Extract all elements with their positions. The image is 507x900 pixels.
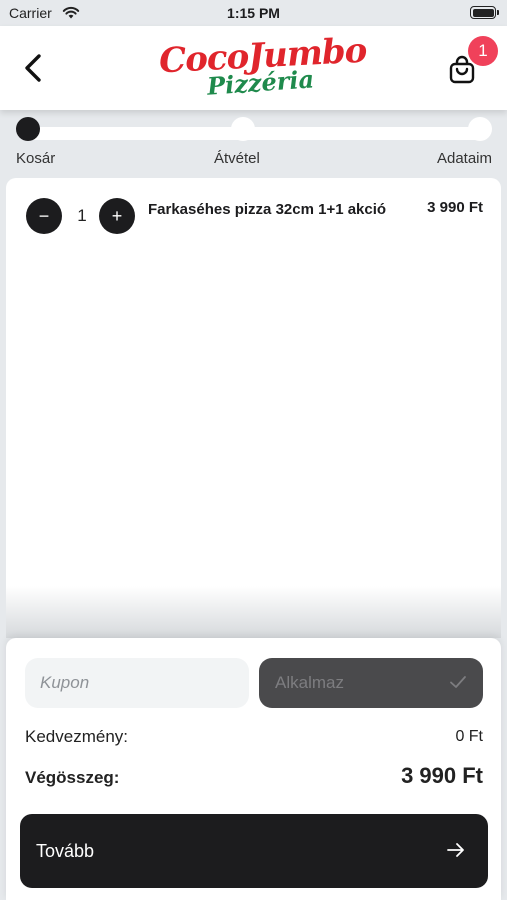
apply-coupon-button[interactable]: Alkalmaz	[259, 658, 483, 708]
item-price: 3 990 Ft	[427, 199, 483, 216]
checkout-progress: Kosár Átvétel Adataim	[0, 110, 507, 176]
step-dot-adataim	[468, 117, 492, 141]
status-bar: Carrier 1:15 PM	[0, 0, 507, 26]
logo-subtext: Pizzéria	[206, 64, 315, 101]
increment-button[interactable]: +	[99, 198, 135, 234]
discount-value: 0 Ft	[455, 728, 483, 745]
order-summary: Alkalmaz Kedvezmény: 0 Ft Végösszeg: 3 9…	[6, 638, 501, 900]
total-value: 3 990 Ft	[401, 763, 483, 788]
next-button[interactable]: Tovább	[20, 814, 488, 888]
next-label: Tovább	[36, 841, 95, 861]
item-name: Farkaséhes pizza 32cm 1+1 akció	[148, 201, 387, 218]
back-button[interactable]	[18, 50, 50, 86]
total-label: Végösszeg:	[25, 768, 120, 787]
coupon-input[interactable]	[25, 658, 249, 708]
scroll-fade	[6, 586, 501, 638]
step-dot-kosar	[16, 117, 40, 141]
cart-item-list: − 1 + Farkaséhes pizza 32cm 1+1 akció 3 …	[6, 178, 501, 638]
discount-label: Kedvezmény:	[25, 727, 128, 746]
step-label-adataim: Adataim	[436, 150, 492, 167]
apply-label: Alkalmaz	[275, 673, 344, 692]
step-label-atvetel: Átvétel	[214, 150, 260, 167]
chevron-left-icon	[25, 54, 41, 82]
decrement-button[interactable]: −	[26, 198, 62, 234]
step-dot-atvetel	[231, 117, 255, 141]
check-icon	[450, 676, 466, 688]
arrow-right-icon	[447, 843, 464, 857]
battery-icon	[470, 6, 499, 19]
cart-count-badge: 1	[468, 36, 498, 66]
cocojumbo-logo: CocoJumbo Pizzéria	[155, 31, 367, 104]
app-header: CocoJumbo Pizzéria 1	[0, 26, 507, 110]
item-quantity: 1	[77, 206, 87, 225]
step-label-kosar: Kosár	[16, 150, 56, 167]
clock: 1:15 PM	[227, 5, 280, 21]
